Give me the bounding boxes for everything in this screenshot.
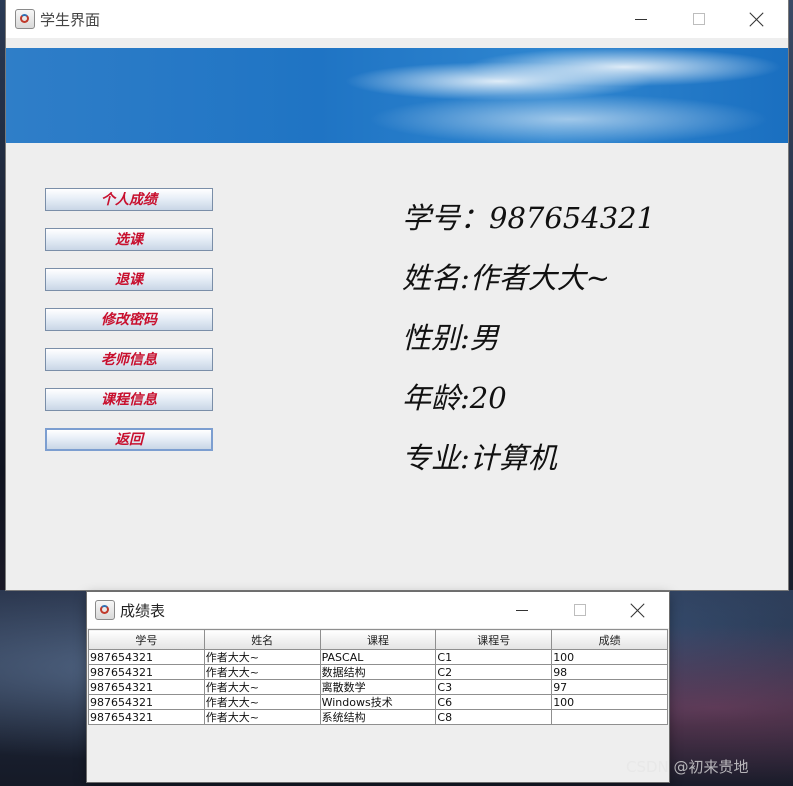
cell-student-id[interactable]: 987654321	[88, 709, 205, 725]
student-id-label: 学号：987654321	[402, 201, 656, 235]
table-row[interactable]: 987654321 作者大大~ 系统结构 C8	[88, 709, 668, 725]
cell-name[interactable]: 作者大大~	[203, 649, 321, 665]
table-row[interactable]: 987654321 作者大大~ PASCAL C1 100	[88, 649, 668, 665]
maximize-icon	[574, 604, 586, 616]
cell-course[interactable]: 系统结构	[319, 709, 437, 725]
cell-score[interactable]	[551, 709, 668, 725]
cell-name[interactable]: 作者大大~	[203, 709, 321, 725]
student-gender-label: 性别:男	[402, 321, 499, 355]
grade-table: 学号 姓名 课程 课程号 成绩 987654321 作者大大~ PASCAL C…	[88, 629, 668, 725]
cell-course-no[interactable]: C1	[435, 649, 553, 665]
cell-score[interactable]: 100	[551, 694, 668, 710]
window-title: 学生界面	[40, 11, 101, 29]
grade-window-titlebar[interactable]: 成绩表	[87, 592, 669, 628]
cell-score[interactable]: 100	[551, 649, 668, 665]
cell-course-no[interactable]: C2	[435, 664, 553, 680]
banner-spacer	[6, 38, 788, 48]
cell-course[interactable]: Windows技术	[319, 694, 437, 710]
sky-banner-image	[6, 48, 788, 143]
cell-course-no[interactable]: C8	[435, 709, 553, 725]
close-button[interactable]	[728, 0, 786, 38]
minimize-button[interactable]	[493, 592, 551, 628]
table-header-row: 学号 姓名 课程 课程号 成绩	[88, 629, 668, 650]
back-button[interactable]: 返回	[45, 428, 213, 451]
java-app-icon	[15, 9, 35, 29]
close-button[interactable]	[609, 592, 667, 628]
column-header-student-id[interactable]: 学号	[88, 629, 205, 650]
java-app-icon	[95, 600, 115, 620]
cell-course[interactable]: 离散数学	[319, 679, 437, 695]
close-icon	[631, 603, 645, 617]
cell-course-no[interactable]: C3	[435, 679, 553, 695]
personal-grades-button[interactable]: 个人成绩	[45, 188, 213, 211]
cell-course-no[interactable]: C6	[435, 694, 553, 710]
cell-student-id[interactable]: 987654321	[88, 679, 205, 695]
cell-course[interactable]: 数据结构	[319, 664, 437, 680]
desktop-background-edge	[788, 0, 793, 590]
cell-student-id[interactable]: 987654321	[88, 664, 205, 680]
minimize-icon	[635, 18, 647, 20]
cell-course[interactable]: PASCAL	[319, 649, 437, 665]
select-course-button[interactable]: 选课	[45, 228, 213, 251]
column-header-score[interactable]: 成绩	[551, 629, 668, 650]
table-row[interactable]: 987654321 作者大大~ 数据结构 C2 98	[88, 664, 668, 680]
cell-student-id[interactable]: 987654321	[88, 649, 205, 665]
student-name-label: 姓名:作者大大~	[402, 261, 611, 295]
cell-score[interactable]: 98	[551, 664, 668, 680]
student-window-titlebar[interactable]: 学生界面	[6, 0, 788, 39]
grade-table-window: 成绩表 学号 姓名 课程 课程号 成绩 987654321 作者大大~ PASC…	[87, 592, 669, 782]
watermark-text: CSDN @初来贵地	[626, 758, 749, 776]
maximize-button[interactable]	[551, 592, 609, 628]
grade-window-title: 成绩表	[120, 602, 166, 620]
column-header-course[interactable]: 课程	[319, 629, 437, 650]
student-window: 学生界面 个人成绩 选课 退课 修改密码 老师信息 课程信息 返回 学号：987…	[6, 0, 788, 590]
cell-name[interactable]: 作者大大~	[203, 664, 321, 680]
table-row[interactable]: 987654321 作者大大~ Windows技术 C6 100	[88, 694, 668, 710]
minimize-button[interactable]	[612, 0, 670, 38]
column-header-name[interactable]: 姓名	[203, 629, 321, 650]
cell-score[interactable]: 97	[551, 679, 668, 695]
course-info-button[interactable]: 课程信息	[45, 388, 213, 411]
maximize-button[interactable]	[670, 0, 728, 38]
table-row[interactable]: 987654321 作者大大~ 离散数学 C3 97	[88, 679, 668, 695]
close-icon	[750, 12, 764, 26]
maximize-icon	[693, 13, 705, 25]
student-major-label: 专业:计算机	[402, 441, 557, 475]
cell-student-id[interactable]: 987654321	[88, 694, 205, 710]
teacher-info-button[interactable]: 老师信息	[45, 348, 213, 371]
drop-course-button[interactable]: 退课	[45, 268, 213, 291]
change-password-button[interactable]: 修改密码	[45, 308, 213, 331]
cell-name[interactable]: 作者大大~	[203, 679, 321, 695]
column-header-course-no[interactable]: 课程号	[435, 629, 553, 650]
student-age-label: 年龄:20	[402, 381, 507, 415]
minimize-icon	[516, 609, 528, 611]
cell-name[interactable]: 作者大大~	[203, 694, 321, 710]
